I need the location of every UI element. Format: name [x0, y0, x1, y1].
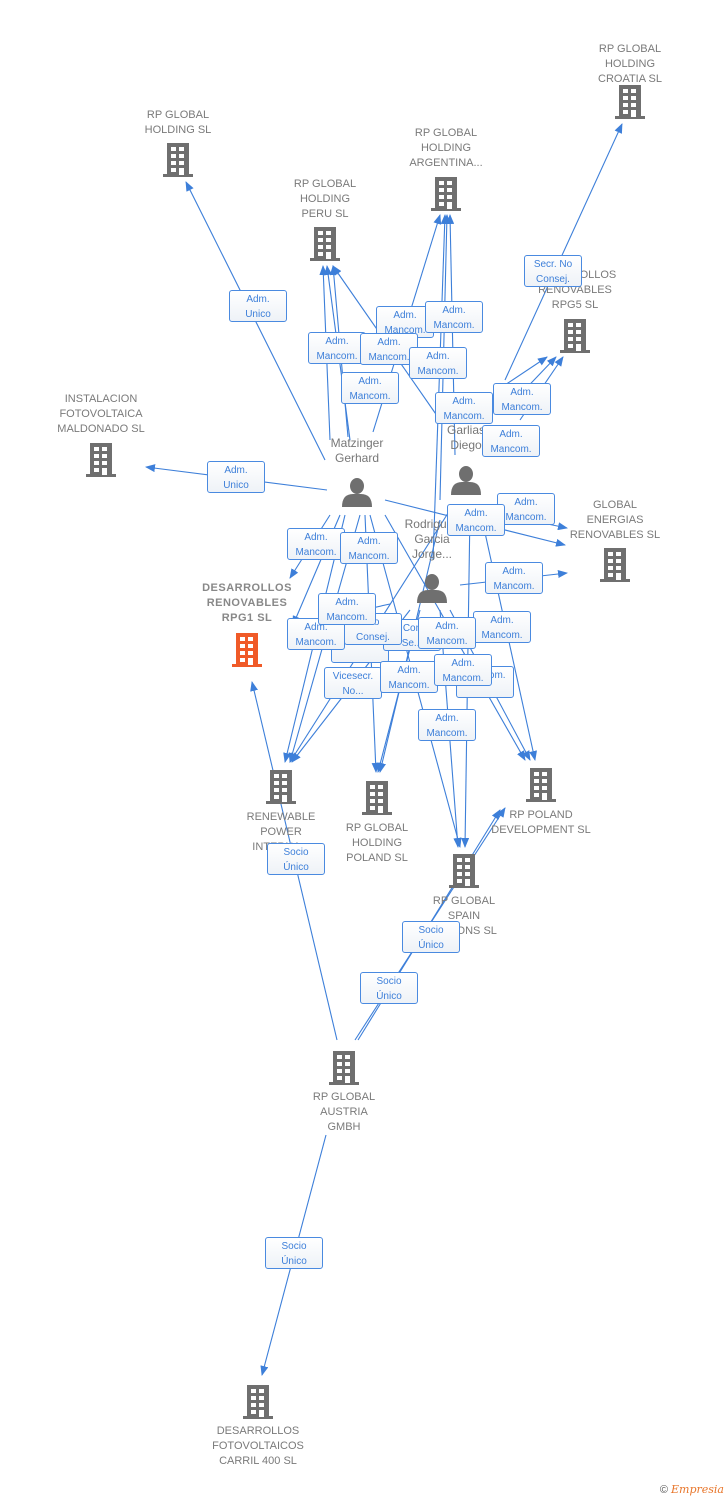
- edge-role-label[interactable]: Socio Único: [360, 972, 418, 1004]
- building-icon[interactable]: [86, 443, 116, 477]
- edge-role-label[interactable]: Socio Único: [402, 921, 460, 953]
- edge-role-label[interactable]: Adm. Mancom.: [493, 383, 551, 415]
- company-label-maldonado[interactable]: INSTALACION FOTOVOLTAICA MALDONADO SL: [31, 392, 171, 437]
- company-label-energias[interactable]: GLOBAL ENERGIAS RENOVABLES SL: [545, 498, 685, 543]
- building-icon[interactable]: [449, 854, 479, 888]
- building-icon[interactable]: [526, 768, 556, 802]
- edge-role-label[interactable]: Adm. Mancom.: [341, 372, 399, 404]
- edge-role-label[interactable]: Adm. Mancom.: [473, 611, 531, 643]
- brand-logo[interactable]: Empresia: [671, 1483, 724, 1496]
- edge-role-label[interactable]: Secr. No Consej.: [524, 255, 582, 287]
- edge-role-label[interactable]: Adm. Mancom.: [418, 709, 476, 741]
- footer: © Empresia: [660, 1483, 724, 1496]
- building-icon[interactable]: [232, 633, 262, 667]
- company-label-croatia[interactable]: RP GLOBAL HOLDING CROATIA SL: [560, 42, 700, 87]
- building-icon[interactable]: [243, 1385, 273, 1419]
- edge-role-label[interactable]: Adm. Mancom.: [308, 332, 366, 364]
- building-icon[interactable]: [329, 1051, 359, 1085]
- edge-role-label[interactable]: Adm. Mancom.: [418, 617, 476, 649]
- person-icon[interactable]: [451, 466, 481, 495]
- company-label-holding[interactable]: RP GLOBAL HOLDING SL: [108, 108, 248, 138]
- edge-role-label[interactable]: Adm. Mancom.: [435, 392, 493, 424]
- edge-role-label[interactable]: Adm. Mancom.: [287, 528, 345, 560]
- building-icon[interactable]: [431, 177, 461, 211]
- edge-role-label[interactable]: Socio Único: [265, 1237, 323, 1269]
- relationship-edge: [504, 123, 623, 381]
- building-icon[interactable]: [362, 781, 392, 815]
- person-label-matzinger[interactable]: Matzinger Gerhard: [307, 436, 407, 466]
- edge-role-label[interactable]: Adm. Mancom.: [485, 562, 543, 594]
- network-graph: [86, 85, 645, 1419]
- company-label-argentina[interactable]: RP GLOBAL HOLDING ARGENTINA...: [376, 126, 516, 171]
- edge-role-label[interactable]: Adm. Mancom.: [409, 347, 467, 379]
- building-icon[interactable]: [266, 770, 296, 804]
- edge-role-label[interactable]: Adm. Mancom.: [447, 504, 505, 536]
- edge-role-label[interactable]: Adm. Mancom.: [482, 425, 540, 457]
- edge-role-label[interactable]: Adm. Unico: [229, 290, 287, 322]
- edge-role-label[interactable]: Vicesecr. No...: [324, 667, 382, 699]
- company-label-austria[interactable]: RP GLOBAL AUSTRIA GMBH: [274, 1090, 414, 1135]
- edge-role-label[interactable]: Adm. Mancom.: [380, 661, 438, 693]
- edge-role-label[interactable]: Adm. Mancom.: [318, 593, 376, 625]
- edge-role-label[interactable]: Socio Único: [267, 843, 325, 875]
- building-icon[interactable]: [615, 85, 645, 119]
- edge-role-label[interactable]: Adm. Mancom.: [497, 493, 555, 525]
- company-label-carril[interactable]: DESARROLLOS FOTOVOLTAICOS CARRIL 400 SL: [188, 1424, 328, 1469]
- edge-role-label[interactable]: Adm. Mancom.: [434, 654, 492, 686]
- building-icon[interactable]: [600, 548, 630, 582]
- edge-role-label[interactable]: Adm. Mancom.: [340, 532, 398, 564]
- building-icon[interactable]: [163, 143, 193, 177]
- building-icon[interactable]: [310, 227, 340, 261]
- edge-role-label[interactable]: Adm. Mancom.: [425, 301, 483, 333]
- edge-role-label[interactable]: Adm. Unico: [207, 461, 265, 493]
- company-label-poland[interactable]: RP GLOBAL HOLDING POLAND SL: [307, 821, 447, 866]
- relationship-edge: [504, 356, 548, 386]
- company-label-polanddev[interactable]: RP POLAND DEVELOPMENT SL: [471, 808, 611, 838]
- building-icon[interactable]: [560, 319, 590, 353]
- person-icon[interactable]: [342, 478, 372, 507]
- company-label-peru[interactable]: RP GLOBAL HOLDING PERU SL: [255, 177, 395, 222]
- copyright-symbol: ©: [659, 1484, 668, 1496]
